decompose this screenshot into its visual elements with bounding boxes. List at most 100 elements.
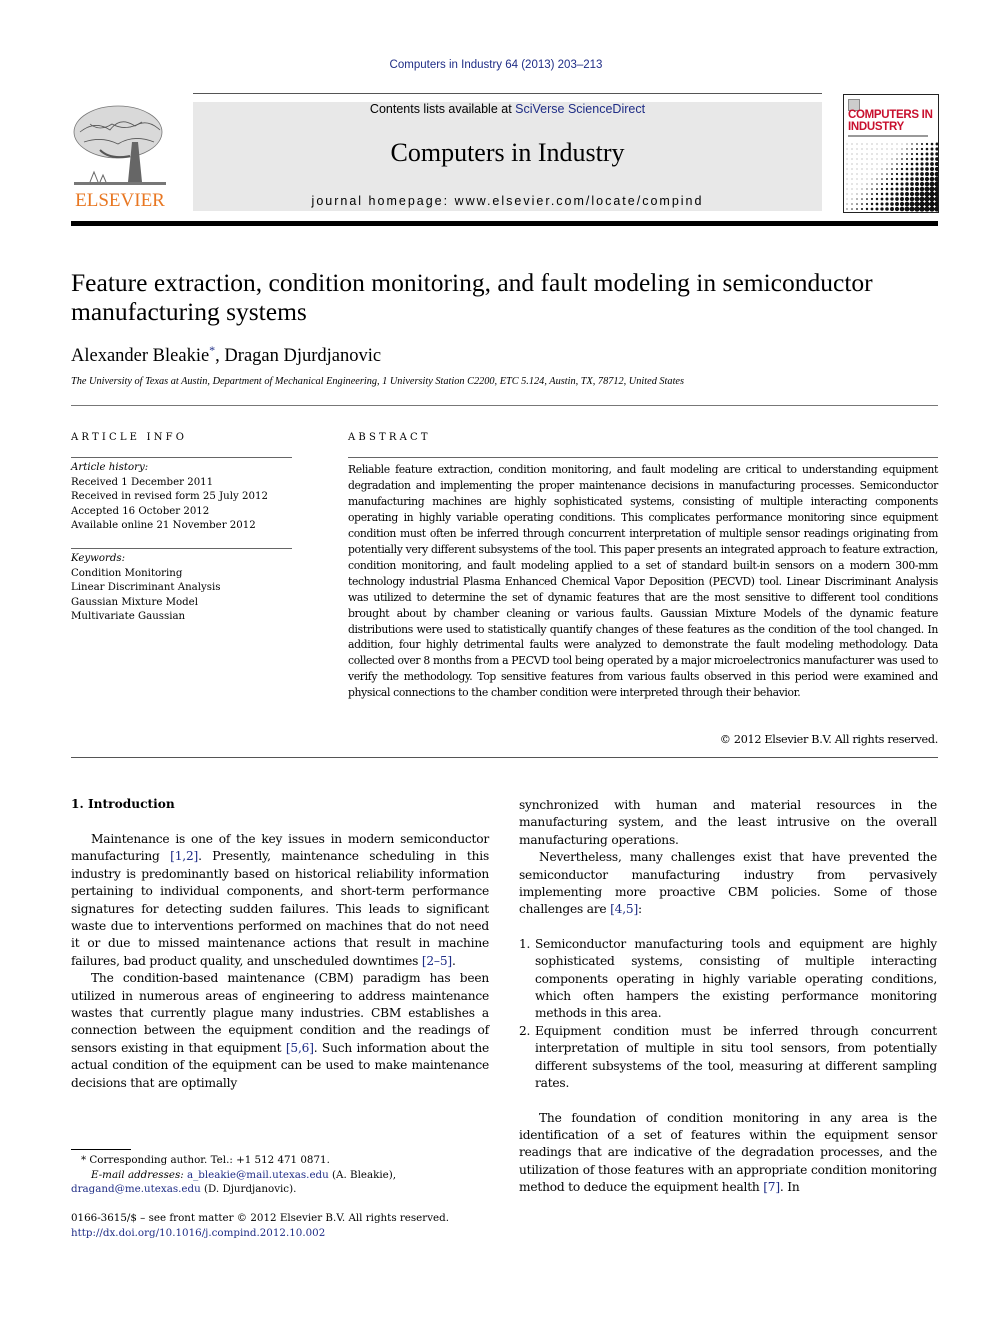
halftone-dot [905,167,909,171]
journal-citation-link[interactable]: Computers in Industry 64 (2013) 203–213 [0,59,992,71]
halftone-dot [871,153,873,155]
article-history: Article history: Received 1 December 201… [71,461,268,534]
halftone-dot [866,193,868,195]
article-info-heading: ARTICLE INFO [71,432,188,443]
halftone-dot [901,158,903,160]
halftone-dot [909,206,915,212]
footnote-rule [71,1149,131,1150]
halftone-dot [871,193,873,195]
halftone-dot [895,197,899,201]
halftone-dot [935,152,938,156]
halftone-dot [920,152,924,156]
halftone-dot [930,157,934,161]
header-rule [193,93,822,94]
citation-link[interactable]: [4,5] [610,902,638,916]
halftone-dot [934,166,938,172]
halftone-dot [894,206,900,212]
list-item: 2. Equipment condition must be inferred t… [519,1023,937,1091]
halftone-dot [915,182,919,186]
halftone-dot [891,163,893,165]
halftone-dot [934,181,938,187]
halftone-dot [904,196,910,202]
history-item: Available online 21 November 2012 [71,520,256,531]
halftone-dot [929,196,935,202]
halftone-dot [865,207,869,211]
doi-link[interactable]: http://dx.doi.org/10.1016/j.compind.2012… [71,1226,501,1241]
citation-link[interactable]: [7] [763,1180,780,1194]
halftone-dot [925,162,929,166]
halftone-dot [886,158,888,160]
halftone-dot [910,177,914,181]
journal-cover-thumbnail[interactable]: COMPUTERS IN INDUSTRY [843,94,939,213]
halftone-dot [861,163,863,165]
halftone-dot [930,147,934,151]
masthead-rule [71,221,938,226]
halftone-dot [901,153,903,155]
halftone-dot [891,168,893,170]
halftone-dot [846,178,848,180]
halftone-dot [856,168,858,170]
halftone-dot [930,162,934,166]
halftone-dot [875,192,879,196]
halftone-dot [905,172,909,176]
halftone-dot [886,163,888,165]
halftone-dot [910,162,914,166]
halftone-dot [846,158,848,160]
halftone-dot [856,188,858,190]
halftone-dot [861,203,863,205]
elsevier-logo[interactable]: ELSEVIER [70,102,170,214]
divider [71,457,292,458]
halftone-dot [919,186,925,192]
halftone-dot [896,168,898,170]
halftone-dot [919,201,925,207]
halftone-dot [891,173,893,175]
halftone-dot [924,201,930,207]
halftone-dot [866,183,868,185]
halftone-dot [914,196,920,202]
halftone-dot [934,206,938,212]
halftone-dot [846,143,848,145]
halftone-dot [866,143,868,145]
halftone-dot [929,206,935,212]
halftone-dot [861,168,863,170]
halftone-dot [881,163,883,165]
halftone-dot [910,187,914,191]
halftone-dot [851,178,853,180]
halftone-dot [895,192,899,196]
journal-homepage[interactable]: journal homepage: www.elsevier.com/locat… [193,194,822,208]
citation-link[interactable]: [1,2] [170,849,198,863]
keyword: Multivariate Gaussian [71,611,186,622]
halftone-dot [925,142,929,146]
halftone-dot [924,191,930,197]
halftone-dot [880,187,884,191]
halftone-dot [865,202,869,206]
history-item: Received in revised form 25 July 2012 [71,491,268,502]
halftone-dot [929,181,935,187]
citation-link[interactable]: [2–5] [422,954,452,968]
halftone-dot [915,162,919,166]
halftone-dot [870,207,874,211]
halftone-dot [861,198,863,200]
halftone-dot [861,143,863,145]
halftone-dot [866,188,868,190]
halftone-dot [846,193,848,195]
halftone-dot [866,198,868,200]
halftone-dot [919,181,925,187]
keyword: Linear Discriminant Analysis [71,582,221,593]
halftone-dot [846,168,848,170]
halftone-dot [846,208,848,210]
history-label: Article history: [71,462,149,473]
halftone-dot [846,153,848,155]
email-link[interactable]: dragand@me.utexas.edu [71,1183,201,1195]
sciencedirect-link[interactable]: SciVerse ScienceDirect [515,102,645,116]
halftone-dot [904,206,910,212]
email-link[interactable]: a_bleakie@mail.utexas.edu [187,1169,329,1181]
halftone-dot [905,182,909,186]
halftone-dot [900,187,904,191]
citation-link[interactable]: [5,6] [286,1041,314,1055]
halftone-dot [846,188,848,190]
halftone-dot [861,183,863,185]
halftone-dot [925,152,929,156]
halftone-dot [846,203,848,205]
cover-title: COMPUTERS IN INDUSTRY [848,109,933,133]
